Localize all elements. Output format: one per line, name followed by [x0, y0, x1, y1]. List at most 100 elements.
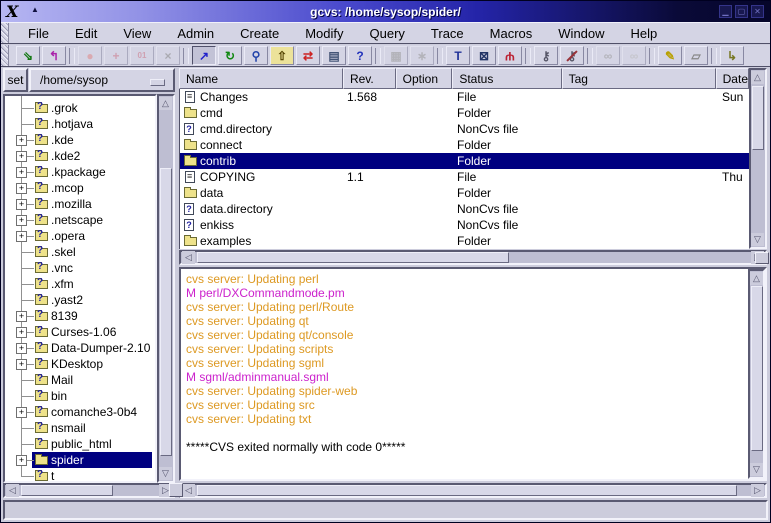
tree-item-.kde2[interactable]: +?.kde2	[5, 148, 155, 164]
tree-hscroll-thumb[interactable]	[21, 485, 113, 496]
menu-window[interactable]: Window	[545, 24, 617, 43]
maximize-button[interactable]: ▢	[735, 5, 748, 18]
console-splitter-handle[interactable]	[755, 252, 769, 264]
toolbar-grip-handle[interactable]	[1, 45, 9, 66]
tree-item-.netscape[interactable]: +?.netscape	[5, 212, 155, 228]
logout-icon[interactable]: ⚷	[560, 46, 584, 65]
menu-modify[interactable]: Modify	[292, 24, 356, 43]
minimize-button[interactable]: ▁	[719, 5, 732, 18]
scroll-up-icon[interactable]: △	[159, 97, 172, 110]
file-list-hscroll-thumb[interactable]	[197, 252, 509, 263]
status-icon[interactable]: ?	[348, 46, 372, 65]
refresh-icon[interactable]: ↻	[218, 46, 242, 65]
menu-file[interactable]: File	[15, 24, 62, 43]
ignore-icon[interactable]: ⊠	[472, 46, 496, 65]
tree-item-.opera[interactable]: +?.opera	[5, 228, 155, 244]
menu-admin[interactable]: Admin	[164, 24, 227, 43]
column-name[interactable]: Name	[179, 68, 343, 89]
file-row-COPYING[interactable]: COPYING1.1FileThu	[180, 169, 749, 185]
scroll-left-icon[interactable]: ◁	[6, 484, 19, 497]
file-row-examples[interactable]: examplesFolder	[180, 233, 749, 249]
menubar-grip-handle[interactable]	[1, 23, 9, 43]
tree-item-.grok[interactable]: ?.grok	[5, 100, 155, 116]
tree-item-t[interactable]: ?t	[5, 468, 155, 483]
close-button[interactable]: ✕	[751, 5, 764, 18]
tree-item-.mcop[interactable]: +?.mcop	[5, 180, 155, 196]
tree-item-Curses-1.06[interactable]: +?Curses-1.06	[5, 324, 155, 340]
tree-expand-icon[interactable]: +	[16, 359, 27, 370]
file-list-hscrollbar[interactable]: ◁ ▷	[179, 250, 767, 265]
menu-help[interactable]: Help	[618, 24, 671, 43]
tree-item-.skel[interactable]: ?.skel	[5, 244, 155, 260]
menu-edit[interactable]: Edit	[62, 24, 110, 43]
tree-item-spider[interactable]: +spider	[5, 452, 155, 468]
scroll-up-icon[interactable]: △	[750, 272, 763, 285]
tree-item-.yast2[interactable]: ?.yast2	[5, 292, 155, 308]
tree-item-.xfm[interactable]: ?.xfm	[5, 276, 155, 292]
tree-expand-icon[interactable]: +	[16, 455, 27, 466]
tree-expand-icon[interactable]: +	[16, 215, 27, 226]
column-rev[interactable]: Rev.	[343, 68, 396, 89]
tree-expand-icon[interactable]: +	[16, 343, 27, 354]
tree-item-.kpackage[interactable]: +?.kpackage	[5, 164, 155, 180]
column-tag[interactable]: Tag	[562, 68, 716, 89]
console-hscrollbar[interactable]: ◁ ▷	[179, 483, 767, 498]
tree-item-.vnc[interactable]: ?.vnc	[5, 260, 155, 276]
tree-hscrollbar[interactable]: ◁ ▷	[3, 483, 175, 498]
file-row-cmd.directory[interactable]: ?cmd.directoryNonCvs file	[180, 121, 749, 137]
modules-icon[interactable]: Ψ	[498, 46, 522, 65]
tree-expand-icon[interactable]: +	[16, 311, 27, 322]
scroll-left-icon[interactable]: ◁	[182, 484, 195, 497]
console-hscroll-thumb[interactable]	[197, 485, 737, 496]
scroll-down-icon[interactable]: ▽	[159, 467, 172, 480]
tree-item-.hotjava[interactable]: ?.hotjava	[5, 116, 155, 132]
tree-expand-icon[interactable]: +	[16, 407, 27, 418]
menu-query[interactable]: Query	[357, 24, 418, 43]
set-button[interactable]: set	[3, 68, 28, 92]
update-icon[interactable]: ⇘	[16, 46, 40, 65]
unedit-icon[interactable]: ▱	[684, 46, 708, 65]
path-combobox[interactable]: /home/sysop	[29, 68, 175, 92]
column-date[interactable]: Date	[716, 68, 749, 89]
scroll-down-icon[interactable]: ▽	[751, 233, 764, 246]
up-folder-icon[interactable]: ⇧	[270, 46, 294, 65]
tree-expand-icon[interactable]: +	[16, 327, 27, 338]
pane-splitter-handle[interactable]	[169, 483, 183, 497]
tree-item-Data-Dumper-2.10[interactable]: +?Data-Dumper-2.10	[5, 340, 155, 356]
tree-item-8139[interactable]: +?8139	[5, 308, 155, 324]
explore-icon[interactable]: ↗	[192, 46, 216, 65]
release-icon[interactable]: ↳	[720, 46, 744, 65]
menu-trace[interactable]: Trace	[418, 24, 477, 43]
console-vscroll-thumb[interactable]	[751, 286, 763, 451]
scroll-down-icon[interactable]: ▽	[750, 463, 763, 476]
file-row-Changes[interactable]: Changes1.568FileSun	[180, 89, 749, 105]
tree-item-public_html[interactable]: ?public_html	[5, 436, 155, 452]
file-row-cmd[interactable]: cmdFolder	[180, 105, 749, 121]
tree-item-bin[interactable]: ?bin	[5, 388, 155, 404]
tree-item-KDesktop[interactable]: +?KDesktop	[5, 356, 155, 372]
tree-expand-icon[interactable]: +	[16, 167, 27, 178]
edit-icon[interactable]: ✎	[658, 46, 682, 65]
file-row-enkiss[interactable]: ?enkissNonCvs file	[180, 217, 749, 233]
scroll-up-icon[interactable]: △	[751, 71, 764, 84]
scroll-left-icon[interactable]: ◁	[182, 251, 195, 264]
menu-view[interactable]: View	[110, 24, 164, 43]
tree-vscroll-thumb[interactable]	[160, 168, 172, 456]
inspect-icon[interactable]: ⚲	[244, 46, 268, 65]
tree-expand-icon[interactable]: +	[16, 135, 27, 146]
tree-item-.mozilla[interactable]: +?.mozilla	[5, 196, 155, 212]
column-option[interactable]: Option	[396, 68, 453, 89]
cvs-output-console[interactable]: cvs server: Updating perlM perl/DXComman…	[179, 267, 767, 481]
file-row-contrib[interactable]: contribFolder	[180, 153, 749, 169]
tree-item-Mail[interactable]: ?Mail	[5, 372, 155, 388]
file-row-data.directory[interactable]: ?data.directoryNonCvs file	[180, 201, 749, 217]
tree-expand-icon[interactable]: +	[16, 151, 27, 162]
tree-item-comanche3-0b4[interactable]: +?comanche3-0b4	[5, 404, 155, 420]
menu-macros[interactable]: Macros	[477, 24, 546, 43]
tree-vscrollbar[interactable]: △ ▽	[157, 94, 175, 483]
file-row-connect[interactable]: connectFolder	[180, 137, 749, 153]
file-list-vscroll-thumb[interactable]	[752, 86, 764, 150]
tree-item-.kde[interactable]: +?.kde	[5, 132, 155, 148]
console-vscrollbar[interactable]: △ ▽	[748, 269, 765, 479]
tree-expand-icon[interactable]: +	[16, 199, 27, 210]
